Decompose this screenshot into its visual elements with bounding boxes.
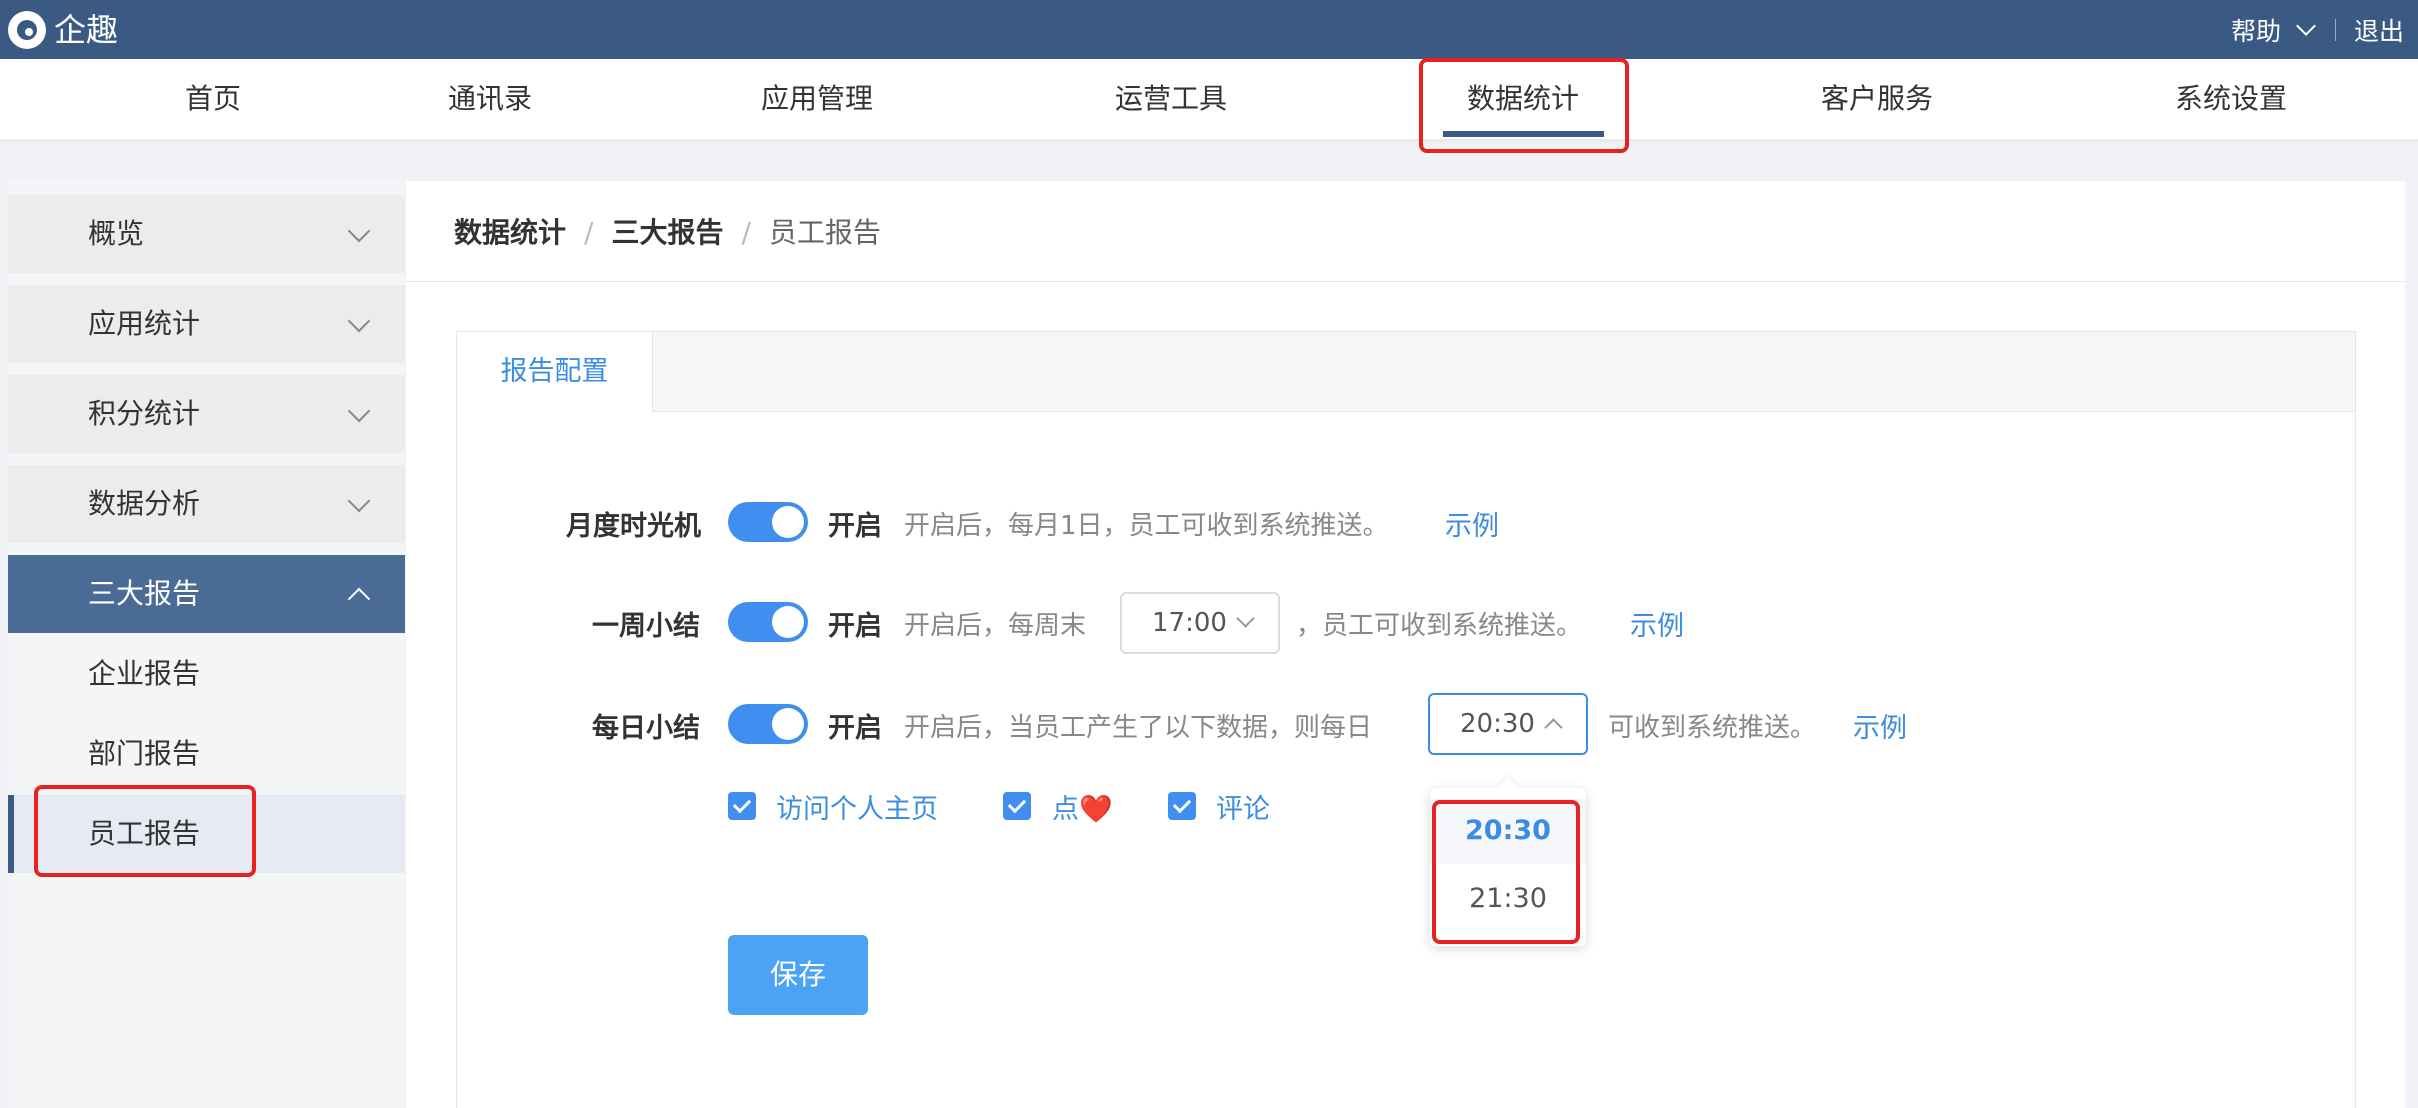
weekly-status: 开启 [828, 611, 882, 642]
sidebar-group-app-stats[interactable]: 应用统计 [8, 285, 405, 363]
brand-name: 企趣 [54, 11, 119, 49]
breadcrumb: 数据统计 / 三大报告 / 员工报告 [454, 211, 881, 251]
daily-time-select[interactable]: 20:30 [1428, 693, 1588, 755]
highlight-box-sidebar [34, 785, 256, 877]
monthly-status: 开启 [828, 511, 882, 542]
breadcrumb-item[interactable]: 数据统计 [454, 216, 566, 249]
logout-link[interactable]: 退出 [2354, 12, 2404, 48]
sidebar-item-label: 企业报告 [88, 657, 201, 690]
monthly-example-link[interactable]: 示例 [1445, 504, 1499, 543]
checkbox-visit-profile[interactable] [728, 792, 756, 820]
brand-logo[interactable]: 企趣 [8, 10, 118, 50]
top-right-menu: 帮助 退出 [2231, 10, 2404, 50]
sidebar-group-overview[interactable]: 概览 [8, 195, 405, 273]
breadcrumb-current: 员工报告 [768, 216, 881, 249]
chevron-up-icon [1544, 718, 1563, 737]
weekly-toggle[interactable] [728, 602, 808, 642]
main-content: 数据统计 / 三大报告 / 员工报告 报告配置 [406, 181, 2405, 1108]
divider [2334, 19, 2336, 41]
nav-operation-tools[interactable]: 运营工具 [1115, 59, 1227, 139]
weekly-desc-after: ，员工可收到系统推送。 [1296, 611, 1583, 641]
weekly-desc-before: 开启后，每周末 [904, 611, 1087, 641]
sidebar-group-label: 概览 [88, 217, 145, 250]
tab-report-config[interactable]: 报告配置 [457, 332, 653, 413]
weekly-time-value: 17:00 [1152, 608, 1227, 638]
top-bar: 企趣 帮助 退出 [0, 0, 2418, 59]
sidebar-item-label: 部门报告 [88, 737, 201, 770]
save-button[interactable]: 保存 [728, 935, 868, 1015]
help-menu[interactable]: 帮助 [2231, 12, 2281, 48]
daily-desc-before: 开启后，当员工产生了以下数据，则每日 [904, 713, 1373, 743]
chevron-down-icon [1236, 609, 1255, 628]
sidebar: 概览 应用统计 积分统计 数据分析 三大报告 企业报告 部门报告 员工报告 [8, 181, 405, 1108]
chevron-down-icon [347, 219, 371, 243]
nav-customer-service[interactable]: 客户服务 [1821, 59, 1933, 139]
sidebar-group-data-analysis[interactable]: 数据分析 [8, 465, 405, 543]
weekly-time-select[interactable]: 17:00 [1120, 592, 1280, 654]
nav-contacts[interactable]: 通讯录 [448, 59, 532, 139]
main-nav: 首页 通讯录 应用管理 运营工具 数据统计 客户服务 系统设置 [0, 59, 2418, 139]
checkbox-label-visit-profile[interactable]: 访问个人主页 [776, 787, 938, 826]
divider [406, 281, 2405, 282]
weekly-label: 一周小结 [592, 611, 700, 642]
checkbox-comment[interactable] [1168, 792, 1196, 820]
daily-toggle[interactable] [728, 704, 808, 744]
chevron-up-icon [347, 587, 371, 611]
highlight-box-nav [1419, 58, 1629, 153]
daily-desc-after: 可收到系统推送。 [1608, 713, 1817, 743]
weekly-example-link[interactable]: 示例 [1630, 604, 1684, 643]
breadcrumb-item[interactable]: 三大报告 [611, 216, 723, 249]
daily-time-value: 20:30 [1460, 709, 1535, 739]
chevron-down-icon[interactable] [2296, 16, 2316, 36]
chevron-down-icon [347, 309, 371, 333]
chevron-down-icon [347, 489, 371, 513]
sidebar-group-label: 数据分析 [88, 487, 201, 520]
nav-app-management[interactable]: 应用管理 [761, 59, 873, 139]
monthly-toggle[interactable] [728, 502, 808, 542]
sidebar-item-department-report[interactable]: 部门报告 [8, 715, 405, 793]
sidebar-group-points-stats[interactable]: 积分统计 [8, 375, 405, 453]
tab-bar: 报告配置 [457, 332, 2355, 413]
sidebar-group-three-reports[interactable]: 三大报告 [8, 555, 405, 633]
chevron-down-icon [347, 399, 371, 423]
logo-icon [8, 11, 46, 49]
highlight-box-dropdown [1432, 800, 1580, 944]
sidebar-item-company-report[interactable]: 企业报告 [8, 635, 405, 713]
breadcrumb-separator: / [584, 216, 594, 249]
checkbox-like[interactable] [1003, 792, 1031, 820]
breadcrumb-separator: / [741, 216, 751, 249]
nav-system-settings[interactable]: 系统设置 [2175, 59, 2287, 139]
monthly-desc: 开启后，每月1日，员工可收到系统推送。 [904, 511, 1389, 541]
sidebar-group-label: 应用统计 [88, 307, 201, 340]
daily-status: 开启 [828, 713, 882, 744]
monthly-label: 月度时光机 [566, 511, 701, 542]
checkbox-label-like[interactable]: 点❤️ [1052, 787, 1113, 826]
daily-label: 每日小结 [592, 713, 700, 744]
checkbox-label-comment[interactable]: 评论 [1216, 787, 1270, 826]
sidebar-group-label: 积分统计 [88, 397, 201, 430]
sidebar-group-label: 三大报告 [88, 577, 201, 610]
daily-example-link[interactable]: 示例 [1853, 706, 1907, 745]
nav-home[interactable]: 首页 [185, 59, 241, 139]
